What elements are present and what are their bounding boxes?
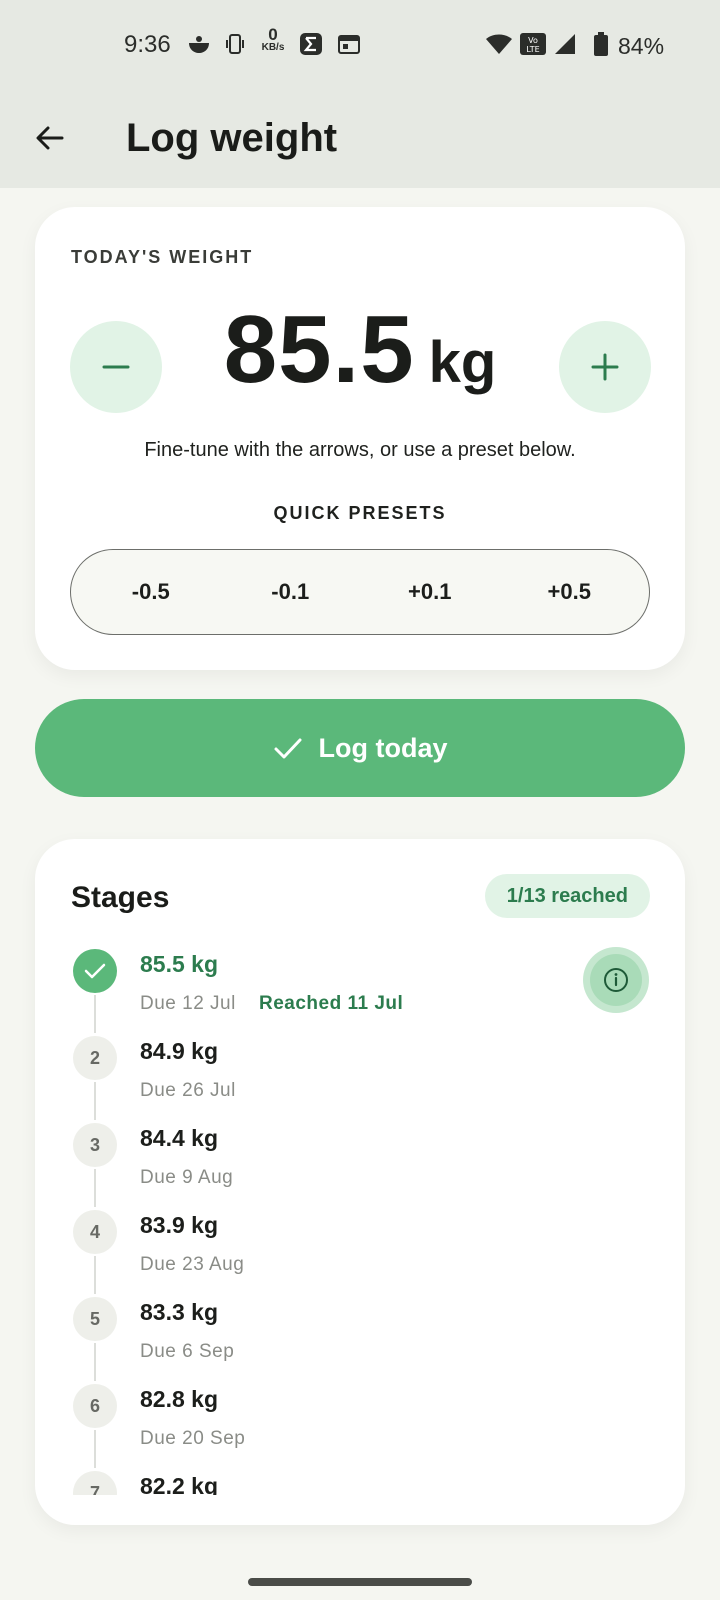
battery-percent: 84% (618, 33, 665, 59)
stage-due-date: Due 23 Aug (140, 1254, 245, 1275)
stage-index: 3 (73, 1123, 117, 1167)
back-button[interactable] (30, 118, 70, 158)
stage-item-3[interactable]: 3 84.4 kg Due 9 Aug (35, 1121, 685, 1209)
todays-weight-card: TODAY'S WEIGHT 85.5 kg Fine-tune with the… (35, 207, 685, 670)
stage-connector (94, 1343, 96, 1381)
plus-icon (591, 353, 619, 381)
calendar-icon (336, 32, 362, 56)
notification-bowl-icon (186, 32, 212, 56)
stage-weight: 83.3 kg (140, 1299, 218, 1325)
stage-weight: 83.9 kg (140, 1212, 218, 1238)
stage-index: 6 (73, 1384, 117, 1428)
stage-weight: 84.9 kg (140, 1038, 218, 1064)
stage-reached-marker (73, 949, 117, 993)
stage-connector (94, 1169, 96, 1207)
wifi-icon (484, 32, 514, 56)
stage-due-date: Due 26 Jul (140, 1080, 236, 1101)
page-title: Log weight (126, 116, 338, 160)
log-today-label: Log today (318, 732, 448, 763)
info-icon (604, 968, 628, 992)
fine-tune-hint: Fine-tune with the arrows, or use a pres… (144, 439, 576, 461)
stage-connector (94, 1256, 96, 1294)
weight-unit: kg (428, 330, 497, 395)
net-speed-value: 0 (268, 25, 278, 44)
home-gesture-bar[interactable] (248, 1578, 472, 1586)
stage-weight: 82.2 kg (140, 1473, 218, 1495)
stage-weight: 82.8 kg (140, 1386, 218, 1412)
weight-value: 85.5 (223, 296, 415, 403)
stage-info-button-inner (590, 954, 642, 1006)
volte-icon: Vo LTE (518, 32, 548, 56)
stage-item-4[interactable]: 4 83.9 kg Due 23 Aug (35, 1208, 685, 1296)
stage-due-date: Due 6 Sep (140, 1341, 235, 1362)
stage-due-date: Due 9 Aug (140, 1167, 234, 1188)
stage-connector (94, 1430, 96, 1468)
stage-list[interactable]: 85.5 kg Due 12 Jul Reached 11 Jul 2 84.9… (35, 947, 685, 1495)
stage-item-6[interactable]: 6 82.8 kg Due 20 Sep (35, 1382, 685, 1470)
increase-weight-button[interactable] (559, 321, 651, 413)
stage-index: 5 (73, 1297, 117, 1341)
stage-index: 7 (73, 1471, 117, 1495)
quick-presets-label: QUICK PRESETS (273, 503, 447, 523)
quick-presets-group: -0.5 -0.1 +0.1 +0.5 (70, 549, 650, 635)
net-speed: 0 KB/s (258, 26, 288, 53)
preset-plus-0-1[interactable]: +0.1 (370, 579, 490, 605)
svg-text:LTE: LTE (526, 45, 539, 54)
stage-weight: 85.5 kg (140, 951, 218, 977)
stage-reached-date: Reached 11 Jul (259, 993, 404, 1014)
check-icon (84, 963, 106, 979)
check-icon (274, 738, 301, 759)
cell-signal-icon (552, 32, 578, 56)
svg-text:Vo: Vo (528, 36, 538, 45)
net-speed-unit: KB/s (261, 42, 285, 53)
status-bar: 9:36 0 KB/s Vo LTE 84% (0, 0, 720, 92)
stages-card: Stages 1/13 reached 85.5 kg Due 12 Jul R… (35, 839, 685, 1525)
vibrate-icon (224, 32, 246, 56)
reached-count-badge: 1/13 reached (484, 874, 650, 918)
todays-weight-label: TODAY'S WEIGHT (71, 247, 254, 267)
log-today-button[interactable]: Log today (35, 699, 685, 797)
status-time: 9:36 (124, 31, 171, 58)
stages-title: Stages (71, 881, 170, 914)
stage-connector (94, 1082, 96, 1120)
battery-icon (592, 32, 610, 56)
stage-weight: 84.4 kg (140, 1125, 218, 1151)
preset-plus-0-5[interactable]: +0.5 (509, 579, 629, 605)
stage-item-1[interactable]: 85.5 kg Due 12 Jul Reached 11 Jul (35, 947, 685, 1035)
stage-index: 2 (73, 1036, 117, 1080)
stage-index: 4 (73, 1210, 117, 1254)
stage-due-date: Due 20 Sep (140, 1428, 246, 1449)
arrow-left-icon (36, 126, 64, 150)
stage-item-2[interactable]: 2 84.9 kg Due 26 Jul (35, 1034, 685, 1122)
stage-item-5[interactable]: 5 83.3 kg Due 6 Sep (35, 1295, 685, 1383)
stage-info-button[interactable] (583, 947, 649, 1013)
preset-minus-0-1[interactable]: -0.1 (230, 579, 350, 605)
sigma-app-icon (298, 32, 324, 56)
stage-item-7[interactable]: 7 82.2 kg (35, 1469, 685, 1495)
preset-minus-0-5[interactable]: -0.5 (91, 579, 211, 605)
stage-connector (94, 995, 96, 1033)
stage-due-date: Due 12 Jul (140, 993, 236, 1014)
